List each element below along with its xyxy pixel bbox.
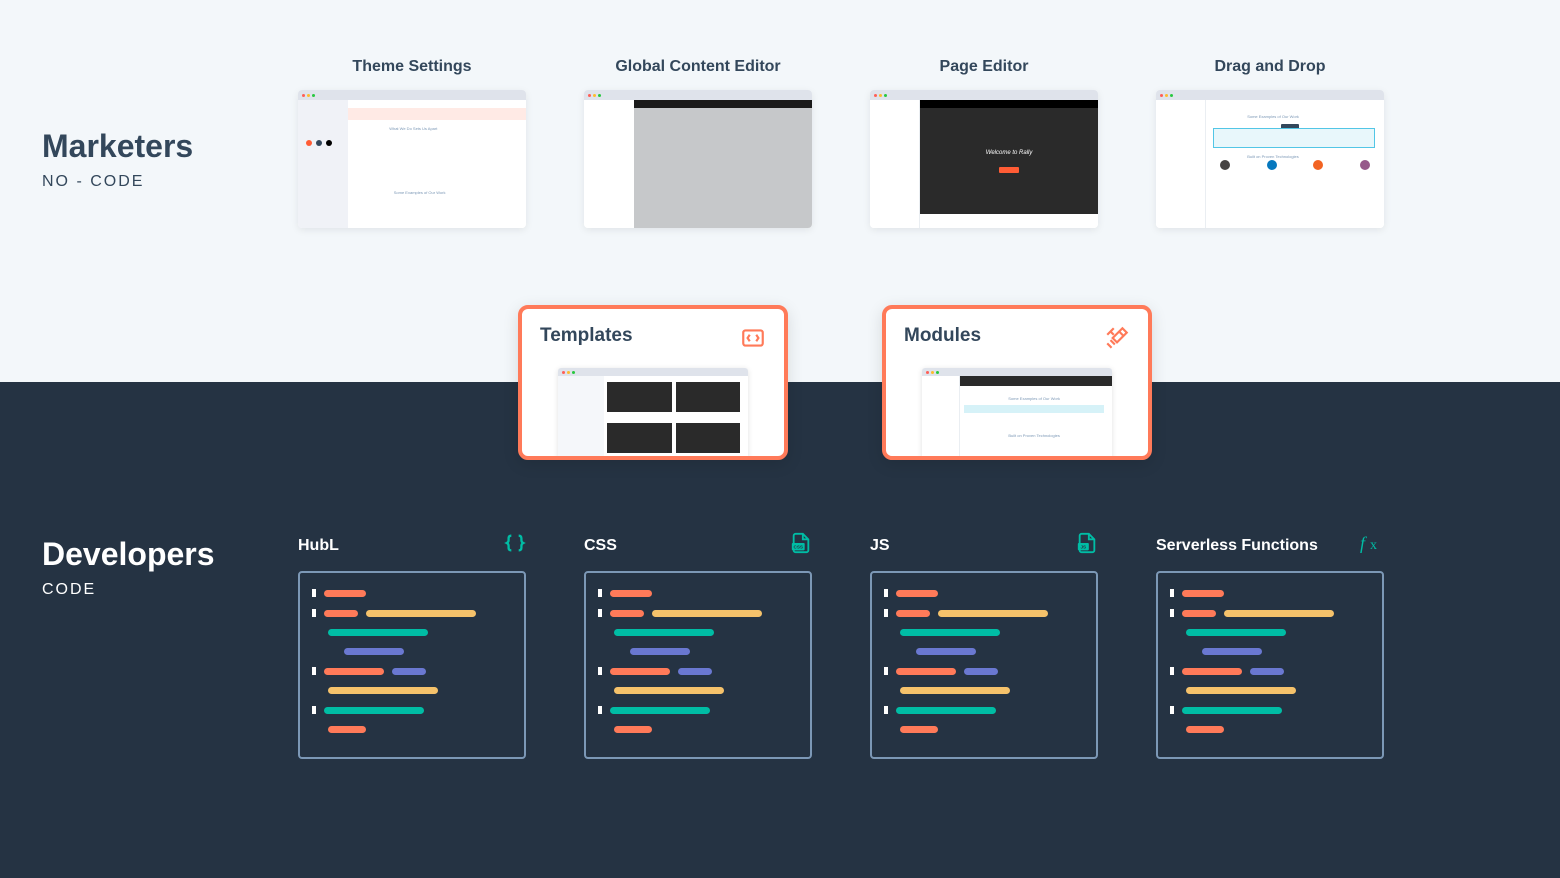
modules-title: Modules — [904, 325, 1130, 347]
js-title: JS — [870, 537, 890, 555]
bridge-cards-row: Templates Modules — [518, 305, 1152, 460]
svg-text:f: f — [1360, 533, 1368, 553]
marketer-tools-row: Theme Settings What We Do Sets Us Apart … — [298, 58, 1384, 228]
global-content-screenshot — [584, 90, 812, 228]
drag-drop-heading: Drag and Drop — [1156, 58, 1384, 76]
page-editor-screenshot: Welcome to Rally — [870, 90, 1098, 228]
developers-subtitle: CODE — [42, 581, 215, 599]
braces-icon — [504, 532, 526, 559]
css-code-box — [584, 571, 812, 759]
serverless-code-box — [1156, 571, 1384, 759]
marketers-subtitle: NO - CODE — [42, 173, 193, 191]
drag-drop-screenshot: Some Examples of Our Work Built on Prove… — [1156, 90, 1384, 228]
svg-text:JS: JS — [1081, 545, 1087, 550]
svg-text:x: x — [1370, 538, 1377, 553]
global-content-heading: Global Content Editor — [584, 58, 812, 76]
marketers-title: Marketers — [42, 128, 193, 165]
hubl-col: HubL — [298, 532, 526, 759]
modules-mock: Some Examples of Our Work Built on Prove… — [922, 368, 1112, 460]
serverless-title: Serverless Functions — [1156, 537, 1318, 555]
fx-icon: fx — [1360, 532, 1384, 559]
developer-tools-row: HubL CSS CSS — [298, 532, 1384, 759]
developers-label: Developers CODE — [42, 536, 215, 599]
templates-mock — [558, 368, 748, 460]
hubl-code-box — [298, 571, 526, 759]
modules-card: Modules Some Examples of Our Work Built … — [882, 305, 1152, 460]
hubl-title: HubL — [298, 537, 339, 555]
css-col: CSS CSS — [584, 532, 812, 759]
css-file-icon: CSS — [790, 532, 812, 559]
page-editor-hero-text: Welcome to Rally — [986, 150, 1033, 156]
js-file-icon: JS — [1076, 532, 1098, 559]
theme-settings-screenshot: What We Do Sets Us Apart Some Examples o… — [298, 90, 526, 228]
css-title: CSS — [584, 537, 617, 555]
page-editor-col: Page Editor Welcome to Rally — [870, 58, 1098, 228]
theme-settings-heading: Theme Settings — [298, 58, 526, 76]
templates-card: Templates — [518, 305, 788, 460]
drag-and-drop-col: Drag and Drop Some Examples of Our Work … — [1156, 58, 1384, 228]
developers-title: Developers — [42, 536, 215, 573]
svg-text:CSS: CSS — [794, 545, 803, 550]
templates-title: Templates — [540, 325, 766, 347]
tools-icon — [1104, 325, 1130, 356]
js-code-box — [870, 571, 1098, 759]
serverless-col: Serverless Functions fx — [1156, 532, 1384, 759]
global-content-editor-col: Global Content Editor — [584, 58, 812, 228]
marketers-label: Marketers NO - CODE — [42, 128, 193, 191]
theme-settings-col: Theme Settings What We Do Sets Us Apart … — [298, 58, 526, 228]
js-col: JS JS — [870, 532, 1098, 759]
page-editor-heading: Page Editor — [870, 58, 1098, 76]
templates-icon — [740, 325, 766, 356]
